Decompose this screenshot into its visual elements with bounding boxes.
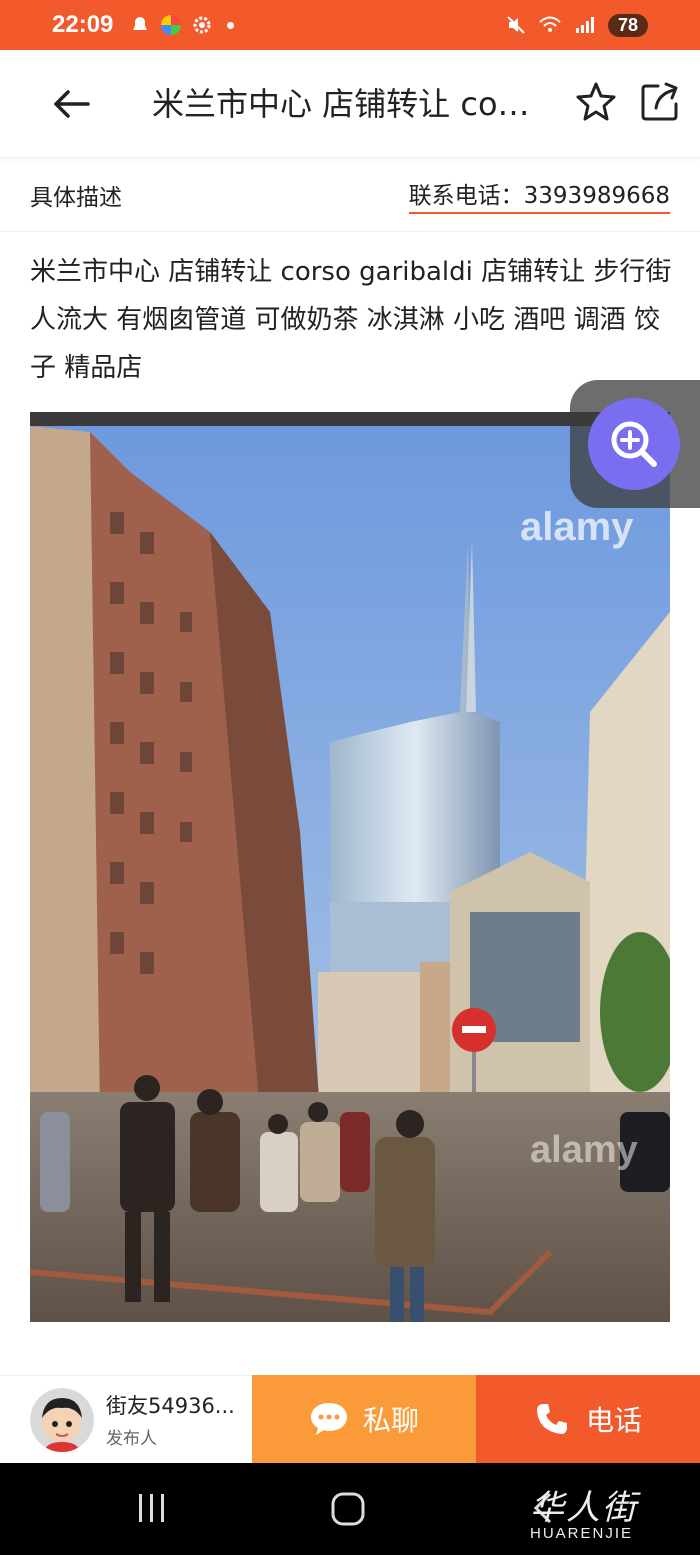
private-chat-button[interactable]: 私聊: [252, 1375, 476, 1463]
photo-watermark-2: alamy: [530, 1129, 638, 1171]
more-dot-icon: [227, 21, 235, 29]
poster-text: 街友54936... 发布人: [106, 1390, 236, 1449]
call-button[interactable]: 电话: [476, 1375, 700, 1463]
poster-info[interactable]: 街友54936... 发布人: [0, 1375, 252, 1463]
poster-role: 发布人: [106, 1429, 157, 1449]
top-nav: 米兰市中心 店铺转让 corso garibaldi 店铺转让: [0, 50, 700, 158]
zoom-panel: [570, 380, 700, 508]
favorite-button[interactable]: [574, 80, 618, 124]
brand-watermark: 华人街 HUARENJIE: [530, 1480, 638, 1542]
chat-bubble-icon: [310, 1403, 347, 1435]
mute-icon: [507, 16, 525, 34]
app-icon: [161, 15, 182, 35]
poster-name: 街友54936...: [106, 1394, 235, 1418]
recent-apps-icon[interactable]: [136, 1491, 168, 1525]
battery-indicator: 78: [607, 13, 648, 37]
back-button[interactable]: [48, 80, 96, 128]
status-bar: 22:09 78: [0, 0, 700, 50]
share-icon: [641, 82, 678, 121]
listing-description: 米兰市中心 店铺转让 corso garibaldi 店铺转让 步行街 人流大 …: [30, 257, 672, 383]
brand-watermark-cn: 华人街: [530, 1488, 638, 1528]
status-time: 22:09: [52, 11, 114, 38]
status-right: 78: [506, 13, 648, 37]
brand-watermark-en: HUARENJIE: [530, 1525, 634, 1542]
zoom-in-icon: [611, 421, 657, 467]
photo-watermark: alamy: [520, 505, 634, 549]
signal-icon: [575, 17, 594, 33]
wifi-icon: [539, 16, 561, 32]
private-chat-label: 私聊: [362, 1404, 419, 1437]
contact-phone-link[interactable]: 联系电话：3393989668: [408, 176, 670, 214]
bottom-action-bar: 街友54936... 发布人 私聊 电话: [0, 1375, 700, 1463]
listing-photo[interactable]: alamy alamy: [30, 412, 670, 1322]
zoom-button[interactable]: [588, 398, 680, 490]
notification-icons: [129, 14, 235, 36]
share-button[interactable]: [638, 80, 682, 124]
user-avatar-icon: [30, 1387, 94, 1452]
back-arrow-icon: [54, 90, 90, 118]
phone-icon: [536, 1404, 567, 1434]
description-label: 具体描述: [30, 184, 122, 211]
home-icon[interactable]: [330, 1491, 366, 1527]
page-title: 米兰市中心 店铺转让 corso garibaldi 店铺转让: [152, 85, 532, 123]
settings-icon: [193, 16, 211, 34]
bell-icon: [133, 17, 148, 30]
avatar: [30, 1387, 94, 1452]
street-photo: alamy alamy: [30, 412, 670, 1322]
call-label: 电话: [585, 1404, 642, 1437]
info-row: 具体描述 联系电话：3393989668: [0, 158, 700, 232]
star-icon: [576, 82, 616, 121]
